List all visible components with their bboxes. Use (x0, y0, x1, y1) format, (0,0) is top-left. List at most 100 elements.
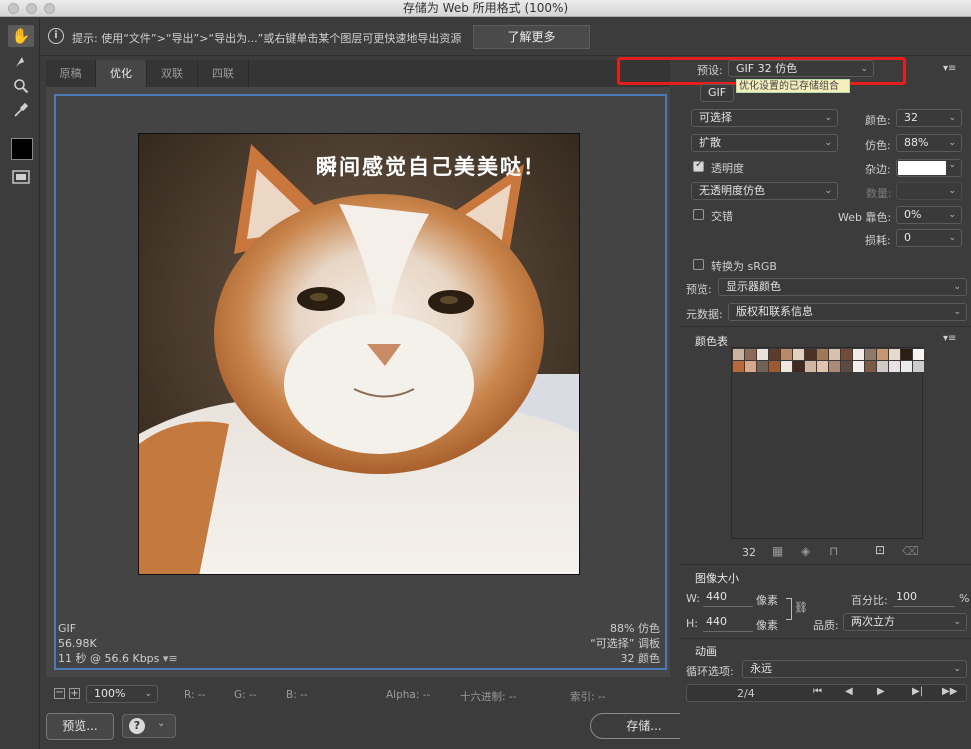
eyedropper-color-swatch[interactable] (11, 138, 33, 160)
color-swatch[interactable] (865, 349, 876, 360)
color-swatch[interactable] (889, 361, 900, 372)
color-swatch[interactable] (793, 349, 804, 360)
preview-image[interactable]: 瞬间感觉自己美美哒！ (138, 133, 580, 575)
color-swatch[interactable] (745, 349, 756, 360)
slice-select-tool-icon[interactable] (8, 51, 34, 73)
color-swatch[interactable] (769, 361, 780, 372)
preview-button[interactable]: 预览... (46, 713, 114, 740)
quality-select[interactable]: 两次立方 ⌄ (843, 613, 967, 631)
metadata-select[interactable]: 版权和联系信息 ⌄ (728, 303, 967, 321)
color-swatch[interactable] (805, 349, 816, 360)
width-input[interactable]: 440 (703, 589, 753, 607)
color-swatch[interactable] (757, 361, 768, 372)
first-frame-icon[interactable]: ⏮ (813, 686, 822, 697)
transparency-dither-select[interactable]: 无透明度仿色 ⌄ (691, 182, 838, 200)
color-swatch[interactable] (877, 361, 888, 372)
interlaced-checkbox[interactable] (693, 209, 704, 220)
color-swatch[interactable] (781, 349, 792, 360)
color-table[interactable] (731, 347, 924, 539)
lossy-input[interactable]: 0 ⌄ (896, 229, 962, 247)
hint-text: 提示: 使用“文件”>“导出”>“导出为...”或右键单击某个图层可更快速地导出… (72, 32, 462, 45)
new-color-icon[interactable]: ⊡ (875, 543, 885, 557)
matte-select[interactable]: ⌄ (896, 159, 962, 177)
dither-amount-input[interactable]: 88% ⌄ (896, 134, 962, 152)
color-swatch[interactable] (877, 349, 888, 360)
close-window-icon[interactable] (8, 3, 19, 14)
color-swatch[interactable] (841, 349, 852, 360)
info-bar: i 提示: 使用“文件”>“导出”>“导出为...”或右键单击某个图层可更快速地… (40, 18, 971, 56)
reduction-select[interactable]: 可选择 ⌄ (691, 109, 838, 127)
tool-bar: ✋ (0, 18, 40, 749)
colors-select[interactable]: 32 ⌄ (896, 109, 962, 127)
toggle-slices-icon[interactable] (8, 166, 34, 188)
percent-sign: % (959, 592, 970, 605)
learn-more-button[interactable]: 了解更多 (473, 25, 590, 49)
color-swatch[interactable] (817, 349, 828, 360)
info-icon: i (48, 28, 64, 44)
zoom-window-icon[interactable] (44, 3, 55, 14)
color-swatch[interactable] (853, 349, 864, 360)
color-swatch[interactable] (793, 361, 804, 372)
color-swatch[interactable] (865, 361, 876, 372)
chevron-down-icon: ⌄ (157, 718, 166, 729)
browser-preview-menu[interactable]: ? ⌄ (122, 714, 176, 738)
trash-icon[interactable]: ⌫ (902, 544, 919, 558)
quality-label: 品质: (813, 619, 839, 632)
map-color-icon[interactable]: ◈ (801, 544, 810, 558)
blue-readout: B: -- (286, 689, 308, 701)
zoom-tool-icon[interactable] (8, 75, 34, 97)
chevron-down-icon: ⌄ (948, 210, 956, 220)
color-swatch[interactable] (901, 349, 912, 360)
color-swatch[interactable] (769, 349, 780, 360)
tab-optimized[interactable]: 优化 (96, 60, 147, 87)
tab-2-up[interactable]: 双联 (147, 60, 198, 87)
link-icon[interactable]: ⛓ (794, 601, 808, 614)
format-select[interactable]: GIF (700, 84, 734, 102)
zoom-in-icon[interactable]: + (69, 688, 80, 699)
transparency-checkbox[interactable]: ✓ (693, 159, 704, 172)
color-swatch[interactable] (745, 361, 756, 372)
preview-color-select[interactable]: 显示器颜色 ⌄ (718, 278, 967, 296)
amount-label: 数量: (866, 187, 892, 200)
chevron-down-icon: ⌄ (824, 186, 832, 196)
web-snap-input[interactable]: 0% ⌄ (896, 206, 962, 224)
loop-select[interactable]: 永远 ⌄ (742, 660, 967, 678)
srgb-checkbox[interactable] (693, 259, 704, 270)
color-table-menu-icon[interactable]: ▾≡ (943, 333, 956, 344)
lock-icon[interactable]: ⊓ (829, 544, 838, 558)
color-swatch[interactable] (829, 361, 840, 372)
color-swatch[interactable] (901, 361, 912, 372)
color-swatch[interactable] (841, 361, 852, 372)
tab-4-up[interactable]: 四联 (198, 60, 249, 87)
percent-input[interactable]: 100 (893, 589, 955, 607)
color-swatch[interactable] (781, 361, 792, 372)
color-swatch[interactable] (829, 349, 840, 360)
download-speed-menu-icon[interactable]: ▾≡ (163, 652, 178, 665)
color-swatch[interactable] (853, 361, 864, 372)
zoom-out-icon[interactable]: − (54, 688, 65, 699)
color-swatch[interactable] (913, 349, 924, 360)
height-input[interactable]: 440 (703, 614, 753, 632)
color-swatch[interactable] (889, 349, 900, 360)
eyedropper-tool-icon[interactable] (8, 99, 34, 121)
next-frame-icon[interactable]: ▶| (912, 686, 923, 697)
color-swatch[interactable] (733, 349, 744, 360)
color-swatch[interactable] (913, 361, 924, 372)
frame-counter: 2/4 (737, 687, 755, 700)
color-swatch[interactable] (805, 361, 816, 372)
color-swatch[interactable] (733, 361, 744, 372)
play-icon[interactable]: ▶ (877, 686, 885, 697)
dither-algorithm-select[interactable]: 扩散 ⌄ (691, 134, 838, 152)
image-caption: 瞬间感觉自己美美哒！ (316, 155, 546, 179)
minimize-window-icon[interactable] (26, 3, 37, 14)
transparency-label: 透明度 (711, 162, 744, 175)
prev-frame-icon[interactable]: ◀ (845, 686, 853, 697)
tab-original[interactable]: 原稿 (46, 60, 96, 87)
color-swatch[interactable] (817, 361, 828, 372)
optimize-menu-icon[interactable]: ▾≡ (943, 63, 956, 74)
color-swatch[interactable] (757, 349, 768, 360)
last-frame-icon[interactable]: ▶▶ (942, 686, 957, 697)
hand-tool-icon[interactable]: ✋ (8, 25, 34, 47)
zoom-select[interactable]: 100% ⌄ (86, 685, 158, 703)
web-shift-icon[interactable]: ▦ (772, 544, 783, 558)
